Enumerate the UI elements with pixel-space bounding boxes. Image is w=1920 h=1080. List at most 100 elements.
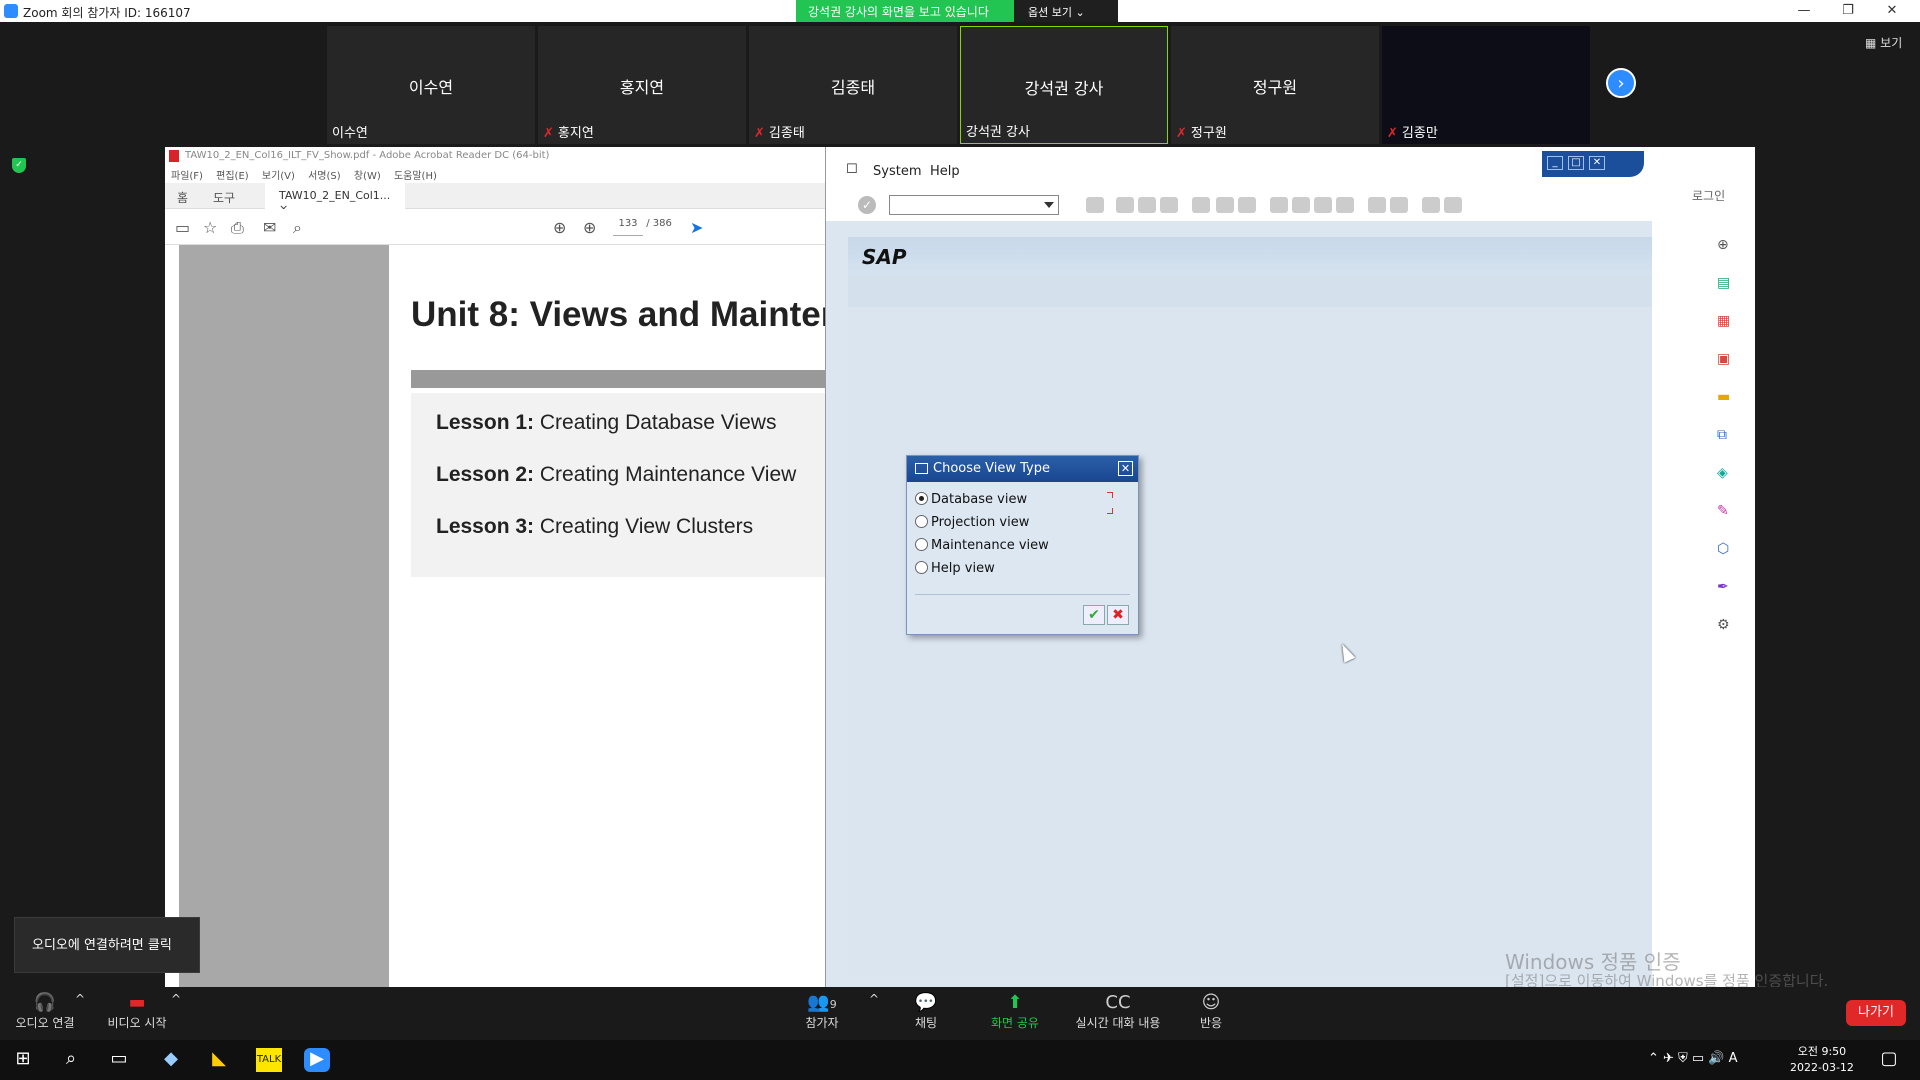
menu-sign[interactable]: 서명(S) [308, 171, 341, 182]
clock[interactable]: 오전 9:50 2022-03-12 [1790, 1044, 1854, 1076]
radio-projection-view[interactable]: Projection view [915, 513, 1029, 533]
menu-edit[interactable]: 편집(E) [216, 171, 249, 182]
chat-button[interactable]: 💬 채팅 [906, 992, 946, 1031]
menu-system[interactable]: System [873, 164, 921, 179]
radio-database-view[interactable]: Database view [915, 490, 1027, 510]
fill-sign-icon[interactable]: ✎ [1717, 503, 1729, 519]
radio-button[interactable] [915, 492, 928, 505]
cancel-icon[interactable] [1160, 197, 1178, 213]
back-icon[interactable] [1116, 197, 1134, 213]
sap-maximize-icon[interactable]: □ [1568, 156, 1584, 170]
more-tools-icon[interactable]: ⚙ [1717, 617, 1730, 633]
radio-help-view[interactable]: Help view [915, 559, 995, 579]
audio-connect-tooltip[interactable]: 오디오에 연결하려면 클릭 [14, 917, 200, 973]
close-button[interactable]: ✕ [1870, 0, 1914, 22]
captions-button[interactable]: CC 실시간 대화 내용 [1070, 992, 1166, 1031]
participants-chevron-icon[interactable]: ^ [868, 992, 880, 1006]
print-icon[interactable] [1192, 197, 1210, 213]
app-icon[interactable]: ◣ [206, 1048, 232, 1072]
participant-tile[interactable]: 홍지연 ✗ 홍지연 [538, 26, 746, 144]
radio-button[interactable] [915, 561, 928, 574]
participant-tile[interactable]: 이수연 이수연 [327, 26, 535, 144]
menu-help[interactable]: 도움말(H) [394, 171, 437, 182]
exit-icon[interactable] [1138, 197, 1156, 213]
sap-close-icon[interactable]: ✕ [1589, 156, 1605, 170]
help-icon[interactable] [1422, 197, 1440, 213]
scan-icon[interactable]: ◈ [1717, 465, 1728, 481]
restore-button[interactable]: ❐ [1826, 0, 1870, 22]
zoom-in-icon[interactable]: ⊕ [1717, 237, 1729, 253]
notification-icon[interactable]: ▢ [1876, 1048, 1902, 1072]
acrobat-left-panel[interactable] [165, 245, 179, 987]
export-pdf-icon[interactable]: ▣ [1717, 351, 1730, 367]
audio-button[interactable]: 🎧 오디오 연결 [12, 992, 78, 1031]
prev-page-icon[interactable] [1292, 197, 1310, 213]
sap-menu-icon[interactable]: ☐ [846, 162, 858, 177]
kakaotalk-icon[interactable]: TALK [256, 1048, 282, 1072]
minimize-button[interactable]: — [1782, 0, 1826, 22]
system-tray[interactable]: ⌃ ✈ ⛨ ▭ 🔊 A [1648, 1051, 1738, 1066]
security-shield-icon[interactable]: ✓ [12, 158, 26, 173]
task-view-icon[interactable]: ▭ [106, 1048, 132, 1072]
participant-tile[interactable]: 김종태 ✗ 김종태 [749, 26, 957, 144]
login-link[interactable]: 로그인 [1692, 187, 1725, 204]
tab-tools[interactable]: 도구 [213, 189, 235, 206]
reactions-button[interactable]: ☺ 반응 [1196, 992, 1226, 1031]
participant-tile[interactable]: 정구원 ✗ 정구원 [1171, 26, 1379, 144]
shortcut-icon[interactable] [1390, 197, 1408, 213]
zoom-taskbar-icon[interactable]: ▶ [304, 1048, 330, 1072]
bookmark-star-icon[interactable]: ☆ [203, 218, 217, 237]
find-next-icon[interactable] [1238, 197, 1256, 213]
command-field[interactable] [889, 195, 1059, 215]
menu-help[interactable]: Help [930, 164, 960, 179]
leave-button[interactable]: 나가기 [1846, 1000, 1906, 1026]
confirm-icon[interactable]: ✔ [1083, 605, 1105, 625]
menu-view[interactable]: 보기(V) [262, 171, 295, 182]
app-icon[interactable]: ◆ [158, 1048, 184, 1072]
save-icon[interactable]: ▭ [175, 218, 190, 237]
save-icon[interactable] [1086, 197, 1104, 213]
mail-icon[interactable]: ✉ [263, 218, 276, 237]
enter-icon[interactable]: ✓ [858, 196, 876, 214]
comment-icon[interactable]: ▬ [1717, 389, 1730, 405]
page-down-icon[interactable]: ⊕ [583, 218, 596, 237]
next-page-icon[interactable]: › [1606, 68, 1636, 98]
new-session-icon[interactable] [1368, 197, 1386, 213]
participant-tile[interactable]: ✗ 김종만 [1382, 26, 1590, 144]
print-icon[interactable]: ⎙ [231, 218, 244, 238]
tab-document[interactable]: TAW10_2_EN_Col1... × [265, 183, 405, 215]
windows-start-icon[interactable]: ⊞ [10, 1048, 36, 1072]
view-options-button[interactable]: 옵션 보기 ⌄ [1014, 0, 1118, 22]
protect-icon[interactable]: ⬡ [1717, 541, 1729, 557]
find-icon[interactable] [1216, 197, 1234, 213]
video-button[interactable]: ▬ 비디오 시작 [104, 992, 170, 1031]
sign-icon[interactable]: ✒ [1717, 579, 1729, 595]
radio-maintenance-view[interactable]: Maintenance view [915, 536, 1049, 556]
dropdown-arrow-icon[interactable] [1044, 202, 1054, 208]
radio-button[interactable] [915, 538, 928, 551]
page-number-input[interactable]: 133 [613, 218, 643, 236]
combine-icon[interactable]: ⧉ [1717, 427, 1727, 443]
next-page-icon[interactable] [1314, 197, 1332, 213]
share-screen-button[interactable]: ⬆ 화면 공유 [985, 992, 1045, 1031]
menu-window[interactable]: 창(W) [354, 171, 381, 182]
participant-tile-active[interactable]: 강석권 강사 강석권 강사 [960, 26, 1168, 144]
radio-button[interactable] [915, 515, 928, 528]
first-page-icon[interactable] [1270, 197, 1288, 213]
sap-minimize-icon[interactable]: _ [1547, 156, 1563, 170]
cancel-icon[interactable]: ✖ [1107, 605, 1129, 625]
search-icon[interactable]: ⌕ [58, 1048, 84, 1072]
tab-home[interactable]: 홈 [177, 189, 188, 206]
page-up-icon[interactable]: ⊕ [553, 218, 566, 237]
select-cursor-icon[interactable]: ➤ [690, 218, 703, 237]
participants-button[interactable]: 👥9 참가자 [800, 992, 844, 1031]
create-pdf-icon[interactable]: ▤ [1717, 275, 1730, 291]
zoom-search-icon[interactable]: ⌕ [293, 218, 302, 238]
audio-options-chevron-icon[interactable]: ^ [74, 992, 86, 1006]
layout-icon[interactable] [1444, 197, 1462, 213]
sap-scroll-area[interactable] [1652, 221, 1672, 987]
organize-pages-icon[interactable]: ▦ [1717, 313, 1730, 329]
video-options-chevron-icon[interactable]: ^ [170, 992, 182, 1006]
menu-file[interactable]: 파일(F) [171, 171, 203, 182]
dialog-close-icon[interactable]: ✕ [1118, 461, 1133, 476]
